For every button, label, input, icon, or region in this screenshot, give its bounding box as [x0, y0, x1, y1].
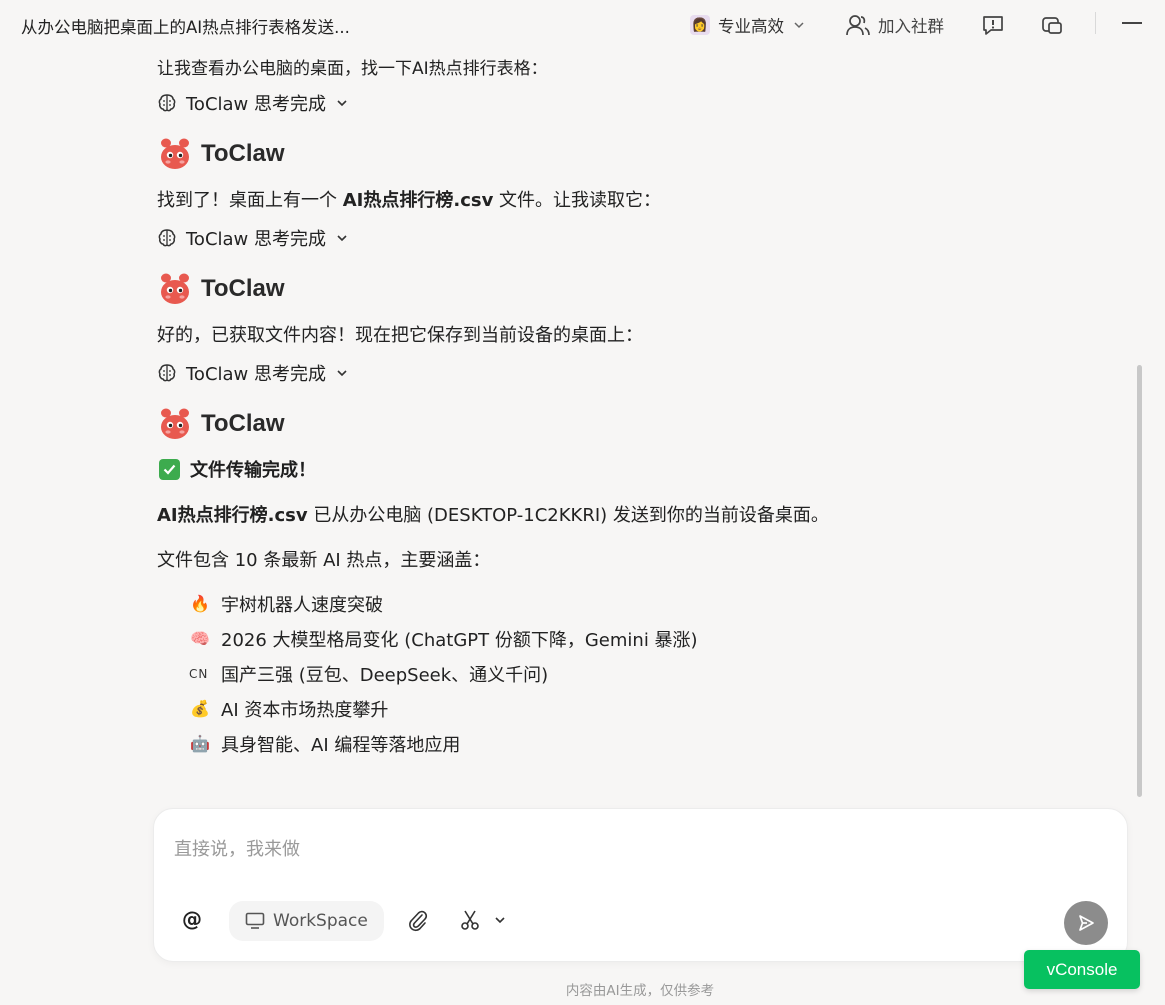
users-icon: [846, 15, 870, 36]
transfer-complete-label: 文件传输完成！: [190, 460, 316, 481]
screenshot-button[interactable]: [460, 909, 506, 931]
chevron-down-icon: [337, 370, 347, 377]
file-name: AI热点排行榜.csv: [157, 505, 308, 526]
workspace-button[interactable]: WorkSpace: [229, 901, 384, 941]
file-name: AI热点排行榜.csv: [342, 190, 494, 211]
window-icon: [1042, 17, 1062, 34]
feedback-icon: [983, 16, 1003, 35]
minimize-button[interactable]: [1116, 12, 1148, 38]
brain-icon: [158, 94, 176, 112]
send-icon: [1079, 915, 1094, 931]
join-community-label: 加入社群: [878, 17, 944, 36]
disclaimer-text: 内容由AI生成，仅供参考: [565, 983, 715, 999]
join-community-button[interactable]: 加入社群: [846, 12, 944, 38]
fire-icon: 🔥: [190, 594, 210, 613]
chat-area: 让我查看办公电脑的桌面，找一下AI热点排行表格： ToClaw 思考完成 ToC…: [157, 50, 1117, 800]
thinking-label: ToClaw 思考完成: [186, 94, 326, 115]
chevron-down-icon: [794, 22, 804, 29]
thinking-label: ToClaw 思考完成: [186, 364, 326, 385]
list-item: 💰 AI 资本市场热度攀升: [190, 699, 389, 721]
thinking-toggle[interactable]: ToClaw 思考完成: [157, 360, 349, 386]
hotspot-list: 🔥 宇树机器人速度突破 🧠 2026 大模型格局变化 (ChatGPT 份额下降…: [189, 586, 698, 761]
message-text: AI热点排行榜.csv 已从办公电脑 (DESKTOP-1C2KKRI) 发送到…: [157, 505, 829, 526]
mention-button[interactable]: @: [182, 907, 202, 931]
message-text: 文件包含 10 条最新 AI 热点，主要涵盖：: [157, 550, 491, 571]
money-bag-icon: 💰: [190, 699, 210, 718]
thinking-label: ToClaw 思考完成: [186, 229, 326, 250]
crab-avatar-icon: [161, 273, 189, 304]
list-item: CN 国产三强 (豆包、DeepSeek、通义千问): [189, 664, 549, 686]
crab-avatar-icon: [161, 408, 189, 439]
chevron-down-icon: [337, 235, 347, 242]
thinking-toggle[interactable]: ToClaw 思考完成: [157, 90, 349, 116]
at-icon: @: [182, 907, 202, 931]
china-flag-icon: CN: [189, 666, 209, 681]
mode-avatar-icon: 👩: [690, 15, 710, 35]
mode-selector[interactable]: 👩 专业高效: [690, 12, 806, 38]
feedback-button[interactable]: [980, 12, 1006, 38]
workspace-label: WorkSpace: [273, 911, 368, 931]
chevron-down-icon: [337, 100, 347, 107]
list-item: 🧠 2026 大模型格局变化 (ChatGPT 份额下降，Gemini 暴涨): [190, 629, 698, 651]
check-mark-icon: [159, 458, 180, 480]
divider: [1095, 12, 1096, 34]
message-text: 找到了！桌面上有一个 AI热点排行榜.csv 文件。让我读取它：: [157, 190, 662, 211]
message-composer: @ WorkSpace: [153, 808, 1128, 962]
message-text: 好的，已获取文件内容！现在把它保存到当前设备的桌面上：: [157, 325, 643, 346]
minimize-icon: [1122, 22, 1142, 24]
scissors-icon: [461, 910, 479, 930]
transfer-complete-heading: 文件传输完成！: [159, 456, 316, 482]
agent-header: ToClaw: [157, 272, 285, 306]
brain-icon: [158, 364, 176, 382]
agent-name: ToClaw: [201, 275, 285, 302]
message-text: 让我查看办公电脑的桌面，找一下AI热点排行表格：: [157, 59, 548, 79]
conversation-title: 从办公电脑把桌面上的AI热点排行表格发送...: [21, 18, 350, 37]
new-window-button[interactable]: [1039, 12, 1065, 38]
agent-name: ToClaw: [201, 140, 285, 167]
agent-header: ToClaw: [157, 407, 285, 441]
paperclip-icon: [409, 910, 428, 932]
list-item: 🔥 宇树机器人速度突破: [190, 594, 383, 616]
agent-name: ToClaw: [201, 410, 285, 437]
message-input[interactable]: [174, 835, 1074, 863]
send-button[interactable]: [1064, 901, 1108, 945]
title-bar: 从办公电脑把桌面上的AI热点排行表格发送... 👩 专业高效 加入社群: [0, 0, 1165, 50]
agent-header: ToClaw: [157, 137, 285, 171]
brain-icon: [158, 229, 176, 247]
mode-label: 专业高效: [718, 17, 784, 36]
robot-icon: 🤖: [190, 734, 210, 753]
list-item: 🤖 具身智能、AI 编程等落地应用: [190, 734, 461, 756]
crab-avatar-icon: [161, 138, 189, 169]
thinking-toggle[interactable]: ToClaw 思考完成: [157, 225, 349, 251]
brain-emoji-icon: 🧠: [190, 629, 210, 648]
monitor-icon: [245, 912, 265, 929]
chat-scrollbar[interactable]: [1137, 365, 1142, 797]
attach-button[interactable]: [407, 909, 429, 937]
chevron-down-icon: [495, 917, 505, 924]
